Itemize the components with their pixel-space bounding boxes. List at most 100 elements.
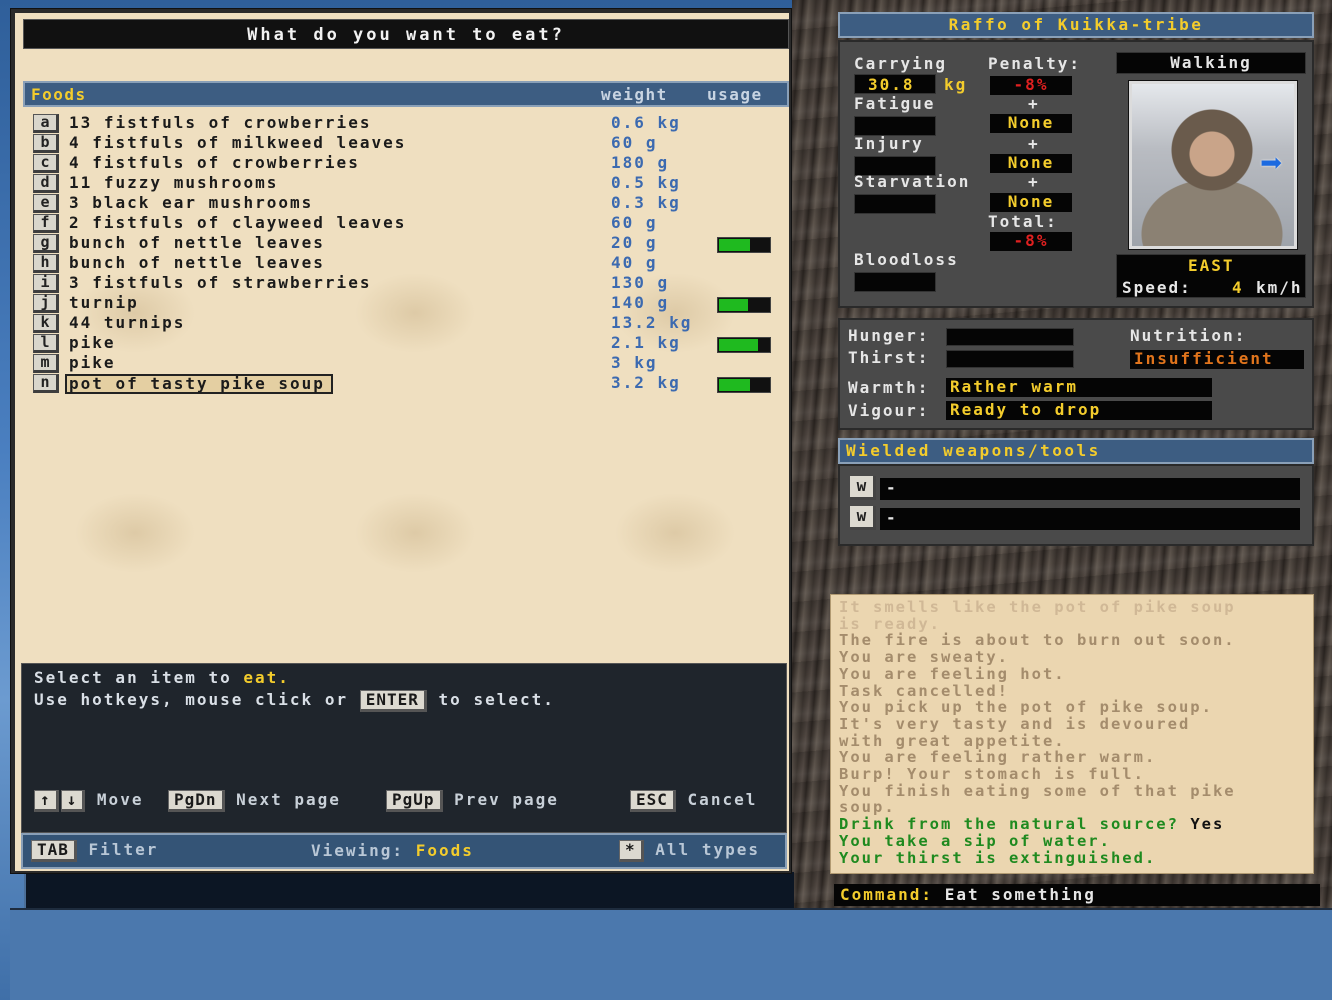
eat-dialog: What do you want to eat? Foods weight us… [10, 8, 792, 874]
food-item-row[interactable]: e 3 black ear mushrooms 0.3 kg [33, 193, 793, 213]
weapon-slot-1-value: - [880, 478, 1300, 500]
food-item-row[interactable]: c 4 fistfuls of crowberries 180 g [33, 153, 793, 173]
item-name[interactable]: 3 black ear mushrooms [69, 193, 313, 213]
item-name[interactable]: 2 fistfuls of clayweed leaves [69, 213, 406, 233]
food-item-row[interactable]: d 11 fuzzy mushrooms 0.5 kg [33, 173, 793, 193]
item-hotkey[interactable]: l [33, 334, 59, 353]
weapon-slot-1-key[interactable]: w [850, 476, 876, 500]
vigour-label: Vigour: [848, 401, 930, 420]
item-name[interactable]: bunch of nettle leaves [69, 253, 325, 273]
arrow-up-key[interactable]: ↑ [34, 790, 59, 812]
total-penalty: -8% [990, 232, 1072, 251]
all-types-key[interactable]: * [619, 840, 644, 862]
item-weight: 13.2 kg [611, 313, 693, 332]
log-line: Task cancelled! [839, 681, 1009, 700]
weapon-slot-1[interactable]: w - [850, 476, 1306, 500]
speed-unit: km/h [1256, 278, 1303, 297]
pgdn-key-button[interactable]: PgDn [168, 790, 225, 812]
arrow-down-key[interactable]: ↓ [60, 790, 86, 812]
help-action: eat. [243, 668, 290, 687]
weapon-slot-2[interactable]: w - [850, 506, 1306, 530]
item-weight: 2.1 kg [611, 333, 681, 352]
item-hotkey[interactable]: e [33, 194, 59, 213]
warmth-value: Rather warm [946, 378, 1212, 397]
item-hotkey[interactable]: b [33, 134, 59, 153]
item-hotkey[interactable]: m [33, 354, 59, 373]
esc-key-button[interactable]: ESC [630, 790, 676, 812]
log-line: You finish eating some of that pike [839, 781, 1236, 800]
item-name[interactable]: 4 fistfuls of milkweed leaves [69, 133, 406, 153]
help-panel: Select an item to eat. Use hotkeys, mous… [21, 663, 787, 833]
item-hotkey[interactable]: h [33, 254, 59, 273]
item-hotkey[interactable]: a [33, 114, 59, 133]
dialog-title: What do you want to eat? [23, 19, 789, 49]
item-hotkey[interactable]: c [33, 154, 59, 173]
food-item-row[interactable]: m pike 3 kg [33, 353, 793, 373]
usage-fill [719, 299, 748, 311]
log-line: You are sweaty. [839, 648, 1009, 667]
log-line: with great appetite. [839, 731, 1066, 750]
log-line: Your thirst is extinguished. [839, 848, 1157, 867]
item-name[interactable]: 13 fistfuls of crowberries [69, 113, 371, 133]
food-item-row[interactable]: f 2 fistfuls of clayweed leaves 60 g [33, 213, 793, 233]
food-item-row[interactable]: j turnip 140 g [33, 293, 793, 313]
enter-key-button[interactable]: ENTER [359, 690, 427, 712]
nutrition-label: Nutrition: [1130, 326, 1247, 345]
dialog-parchment: What do you want to eat? Foods weight us… [15, 13, 789, 871]
fatigue-label: Fatigue [854, 94, 936, 113]
item-usage-bar [717, 297, 771, 313]
item-name[interactable]: 3 fistfuls of strawberries [69, 273, 371, 293]
move-label: Move [96, 790, 144, 809]
food-item-row[interactable]: b 4 fistfuls of milkweed leaves 60 g [33, 133, 793, 153]
tab-filter-key[interactable]: TAB [31, 840, 77, 862]
item-weight: 3 kg [611, 353, 658, 372]
item-name[interactable]: turnip [69, 293, 139, 313]
log-line: Burp! Your stomach is full. [839, 765, 1145, 784]
category-header: Foods [31, 85, 87, 104]
thirst-label: Thirst: [848, 348, 930, 367]
food-item-row[interactable]: l pike 2.1 kg [33, 333, 793, 353]
log-line: is ready. [839, 614, 941, 633]
hunger-label: Hunger: [848, 326, 930, 345]
food-item-list: a 13 fistfuls of crowberries 0.6 kg b 4 fist… [33, 113, 793, 394]
food-item-row[interactable]: a 13 fistfuls of crowberries 0.6 kg [33, 113, 793, 133]
item-name[interactable]: pot of tasty pike soup [65, 374, 333, 394]
item-name[interactable]: bunch of nettle leaves [69, 233, 325, 253]
log-answer: Yes [1190, 815, 1225, 834]
item-name[interactable]: pike [69, 333, 116, 353]
weight-column-header: weight [601, 85, 668, 104]
item-usage-bar [717, 337, 771, 353]
pgup-key-button[interactable]: PgUp [386, 790, 443, 812]
character-stats-panel: Carrying 30.8 kg Penalty: -8% Fatigue + … [838, 40, 1314, 308]
item-hotkey[interactable]: g [33, 234, 59, 253]
bloodloss-label: Bloodloss [854, 250, 959, 269]
food-item-row[interactable]: i 3 fistfuls of strawberries 130 g [33, 273, 793, 293]
command-line: Command: Eat something [834, 884, 1320, 906]
item-hotkey[interactable]: f [33, 214, 59, 233]
item-name[interactable]: 4 fistfuls of crowberries [69, 153, 360, 173]
item-weight: 0.6 kg [611, 113, 681, 132]
item-hotkey[interactable]: j [33, 294, 59, 313]
food-item-row[interactable]: n pot of tasty pike soup 3.2 kg [33, 373, 793, 394]
item-name[interactable]: 44 turnips [69, 313, 185, 333]
movement-mode: Walking [1116, 52, 1306, 74]
viewing-label: Viewing: [311, 841, 405, 860]
carrying-value: 30.8 [868, 75, 915, 94]
item-name[interactable]: pike [69, 353, 116, 373]
food-item-row[interactable]: k 44 turnips 13.2 kg [33, 313, 793, 333]
cancel-label: Cancel [687, 790, 758, 809]
item-hotkey[interactable]: i [33, 274, 59, 293]
item-hotkey[interactable]: d [33, 174, 59, 193]
food-item-row[interactable]: h bunch of nettle leaves 40 g [33, 253, 793, 273]
starvation-label: Starvation [854, 172, 971, 191]
weapon-slot-2-key[interactable]: w [850, 506, 876, 530]
item-hotkey[interactable]: k [33, 314, 59, 333]
usage-column-header: usage [707, 85, 763, 104]
log-line: You are feeling hot. [839, 664, 1066, 683]
item-weight: 20 g [611, 233, 658, 252]
item-usage-bar [717, 377, 771, 393]
item-hotkey[interactable]: n [33, 374, 59, 393]
food-item-row[interactable]: g bunch of nettle leaves 20 g [33, 233, 793, 253]
item-name[interactable]: 11 fuzzy mushrooms [69, 173, 278, 193]
thirst-bar [946, 350, 1074, 368]
